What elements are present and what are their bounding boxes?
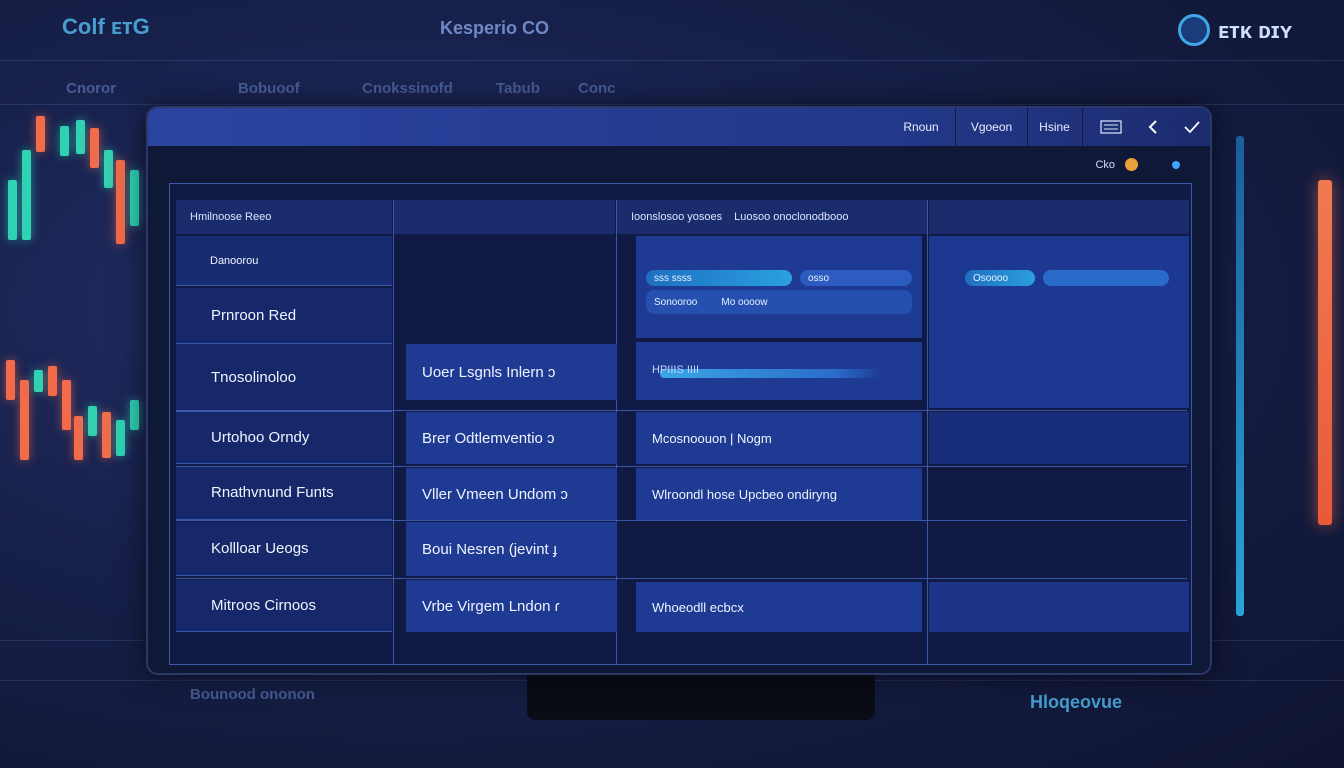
col-c-pill-0[interactable]: sss ssss xyxy=(646,270,792,286)
col-a-row-4[interactable]: Kollloar Ueogs xyxy=(176,522,392,576)
col-d-summary: Osoooo xyxy=(929,236,1189,408)
monitor-window: Rnoun Vgoeon Hsine Cko Hmilnoose Reeo Io… xyxy=(146,106,1212,675)
tab-vgoeon[interactable]: Vgoeon xyxy=(955,108,1027,146)
col-b-row-0[interactable]: Uoer Lsgnls Inlern ɔ xyxy=(406,344,617,400)
col-c-progress-row: HPIIIS IIII xyxy=(636,342,922,400)
col-c-row-2[interactable]: Whoeodll ecbcx xyxy=(636,582,922,632)
col-d-row-1 xyxy=(929,582,1189,632)
col-a-row-0[interactable]: Prnroon Red xyxy=(176,288,392,344)
col-d-pill-1[interactable] xyxy=(1043,270,1169,286)
col-d-row-0 xyxy=(929,412,1189,464)
bg-ticker-right: Hloqeovue xyxy=(1030,692,1123,712)
header-far-right xyxy=(929,200,1189,234)
col-d-pill-0[interactable]: Osoooo xyxy=(965,270,1035,286)
bg-menu-4: Conc xyxy=(578,80,616,97)
titlebar: Rnoun Vgoeon Hsine xyxy=(148,108,1210,146)
col-a-row-2[interactable]: Urtohoo Orndy xyxy=(176,412,392,464)
notification-icon[interactable] xyxy=(1125,158,1138,171)
col-b-row-4[interactable]: Vrbe Virgem Lndon ɾ xyxy=(406,580,617,632)
bg-menu-1: Bobuoof xyxy=(238,80,300,97)
col-b-row-3[interactable]: Boui Nesren (jevint ɟ xyxy=(406,522,617,576)
col-a-row-1[interactable]: Tnosolinoloo xyxy=(176,344,392,412)
col-c-row-0[interactable]: Mcosnoouon | Nogm xyxy=(636,412,922,464)
header-blank xyxy=(394,200,615,234)
col-c-sub-label-0: Sonooroo xyxy=(654,296,698,308)
bg-menu-2: Cnokssinofd xyxy=(362,80,453,97)
col-c-progress-label: HPIIIS IIII xyxy=(652,364,700,376)
col-c-summary: sss ssss osso Sonooroo Mo oooow xyxy=(636,236,922,338)
bg-menu-0: Cnoror xyxy=(66,80,116,97)
col-a-subheader: Danoorou xyxy=(176,236,392,286)
col-b-row-2[interactable]: Vller Vmeen Undom ɔ xyxy=(406,468,617,520)
bg-ticker-left: Bounood ononon xyxy=(190,686,315,703)
grid-icon[interactable] xyxy=(1082,108,1138,146)
chevron-left-icon[interactable] xyxy=(1138,108,1168,146)
col-a-row-3[interactable]: Rnathvnund Funts xyxy=(176,466,392,520)
check-icon[interactable] xyxy=(1174,108,1210,146)
status-dot-icon xyxy=(1172,160,1180,169)
brand-logo-icon xyxy=(1178,14,1210,46)
header-left: Hmilnoose Reeo xyxy=(176,200,392,234)
tab-hsine[interactable]: Hsine xyxy=(1027,108,1081,146)
monitor-stand xyxy=(527,668,875,720)
subbar: Cko xyxy=(1095,158,1180,171)
header-right: Ioonslosoo yosoes Luosoo onoclonodbooo xyxy=(617,200,927,234)
col-c-pill-1[interactable]: osso xyxy=(800,270,912,286)
bg-title-center: Kesperio CO xyxy=(440,18,550,38)
header-right-b: Luosoo onoclonodbooo xyxy=(734,211,849,223)
col-c-sub-label-1: Mo oooow xyxy=(721,296,768,308)
header-right-a: Ioonslosoo yosoes xyxy=(631,211,723,223)
bg-menu-3: Tabub xyxy=(496,80,540,97)
col-c-row-1[interactable]: Wlroondl hose Upcbeo ondiryng xyxy=(636,468,922,520)
col-c-sub-row: Sonooroo Mo oooow xyxy=(646,290,912,314)
brand-name: ᴇᴛᴋ ᴅɪʏ xyxy=(1218,18,1293,43)
bg-title-left: Cоlf ᴇᴛG xyxy=(62,14,150,39)
tab-rnoun[interactable]: Rnoun xyxy=(887,108,955,146)
col-a-row-5[interactable]: Mitroos Cirnoos xyxy=(176,580,392,632)
subbar-label: Cko xyxy=(1095,158,1115,171)
data-panel: Hmilnoose Reeo Ioonslosoo yosoes Luosoo … xyxy=(169,183,1192,665)
col-b-row-1[interactable]: Brer Odtlemventio ɔ xyxy=(406,412,617,464)
